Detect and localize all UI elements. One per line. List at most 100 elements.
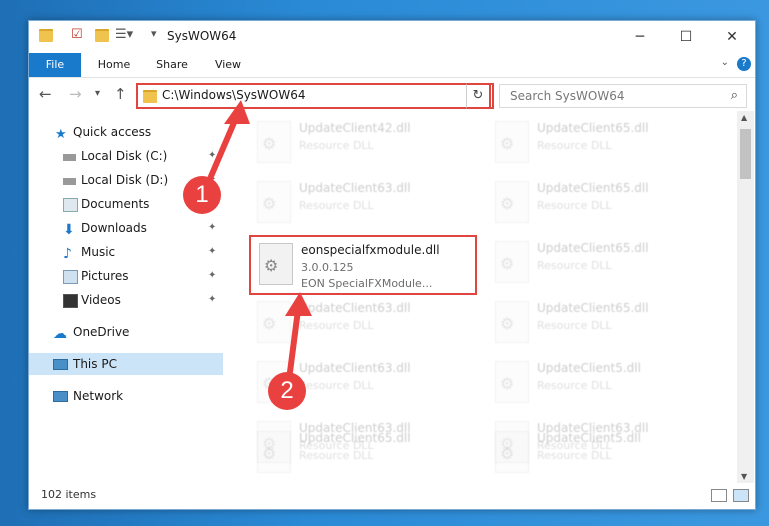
pin-icon: ✦ [208,270,217,281]
drive-icon [63,154,76,161]
file-description: Resource DLL [537,139,612,152]
tab-view[interactable]: View [203,53,253,77]
step-badge-1: 1 [183,176,221,214]
sidebar-item-videos[interactable]: Videos ✦ [29,289,223,311]
step-badge-2: 2 [268,372,306,410]
sidebar-item-label: Music [81,245,116,259]
help-icon[interactable]: ? [737,57,751,71]
file-version: 3.0.0.125 [301,261,354,274]
cloud-icon: ☁ [53,326,67,342]
sidebar-item-label: OneDrive [73,325,130,339]
sidebar-item-quick-access[interactable]: ★ Quick access [29,121,223,143]
sidebar-item-this-pc[interactable]: This PC [29,353,223,375]
details-view-icon[interactable] [711,489,727,502]
network-icon [53,391,68,402]
list-item[interactable]: UpdateClient5.dll Resource DLL [487,425,717,481]
new-folder-icon[interactable] [95,29,109,42]
list-item[interactable]: UpdateClient65.dll Resource DLL [487,235,717,291]
file-description: EON SpecialFXModule... [301,277,433,290]
sidebar-item-label: Quick access [73,125,152,139]
sidebar-item-label: Documents [81,197,150,211]
address-bar[interactable]: C:\Windows\SysWOW64 ▾ [136,83,494,109]
forward-button[interactable]: → [69,85,82,103]
file-description: Resource DLL [537,379,612,392]
sidebar-item-label: Local Disk (C:) [81,149,168,163]
file-list: UpdateClient42.dll Resource DLL UpdateCl… [249,113,737,481]
expand-ribbon-icon[interactable]: ⌄ [721,57,729,68]
file-description: Resource DLL [537,199,612,212]
pin-icon: ✦ [208,150,217,161]
download-icon: ⬇ [63,222,75,238]
pin-icon: ✦ [208,222,217,233]
large-icons-view-icon[interactable] [733,489,749,502]
properties-icon[interactable]: ☑ [71,27,83,42]
sidebar-item-local-disk-c[interactable]: Local Disk (C:) ✦ [29,145,223,167]
tab-file[interactable]: File [29,53,81,77]
dll-file-icon [257,301,291,343]
highlighted-file-item[interactable]: eonspecialfxmodule.dll 3.0.0.125 EON Spe… [249,235,477,295]
computer-icon [53,359,68,370]
file-description: Resource DLL [537,259,612,272]
dll-file-icon [495,121,529,163]
documents-icon [63,198,78,212]
title-bar: ☑ ☰▾ ▾ SysWOW64 ─ ☐ ✕ [29,21,755,53]
folder-icon [39,29,53,42]
refresh-button[interactable]: ↻ [466,83,491,109]
dll-file-icon [495,431,529,473]
sidebar-item-onedrive[interactable]: ☁ OneDrive [29,321,223,343]
file-name: UpdateClient65.dll [537,301,649,315]
dll-file-icon [495,361,529,403]
sidebar-item-label: Downloads [81,221,147,235]
ribbon-tabs: File Home Share View ⌄ ? [29,53,755,78]
dll-file-icon [257,121,291,163]
window-title: SysWOW64 [167,29,237,43]
back-button[interactable]: ← [39,85,52,103]
dll-file-icon [257,181,291,223]
search-input[interactable]: Search SysWOW64 [510,89,624,103]
star-icon: ★ [55,127,67,142]
scroll-up-icon[interactable]: ▲ [741,113,747,122]
list-item[interactable]: UpdateClient5.dll Resource DLL [487,355,717,411]
sidebar-item-music[interactable]: ♪ Music ✦ [29,241,223,263]
dll-file-icon [495,301,529,343]
file-description: Resource DLL [299,319,374,332]
pictures-icon [63,270,78,284]
sidebar-item-pictures[interactable]: Pictures ✦ [29,265,223,287]
address-path[interactable]: C:\Windows\SysWOW64 [162,88,306,102]
maximize-button[interactable]: ☐ [663,21,709,53]
up-button[interactable]: ↑ [114,85,127,103]
minimize-button[interactable]: ─ [617,21,663,53]
file-name: UpdateClient63.dll [299,181,411,195]
file-name: UpdateClient63.dll [299,301,411,315]
scrollbar-thumb[interactable] [740,129,751,179]
pin-icon: ✦ [208,294,217,305]
vertical-scrollbar[interactable]: ▲ ▼ [737,111,754,483]
list-item[interactable]: UpdateClient65.dll Resource DLL [487,175,717,231]
close-button[interactable]: ✕ [709,21,755,53]
sidebar-item-label: Network [73,389,124,403]
toolbar-dropdown-icon[interactable]: ▾ [151,27,157,40]
customize-toolbar-icon[interactable]: ☰▾ [115,27,133,42]
videos-icon [63,294,78,308]
sidebar-item-label: Pictures [81,269,129,283]
sidebar-item-network[interactable]: Network [29,385,223,407]
list-item[interactable]: UpdateClient65.dll Resource DLL [249,425,479,481]
tab-share[interactable]: Share [147,53,197,77]
list-item[interactable]: UpdateClient42.dll Resource DLL [249,115,479,171]
file-description: Resource DLL [537,319,612,332]
recent-locations-button[interactable]: ▾ [95,88,100,99]
file-name: UpdateClient65.dll [537,181,649,195]
list-item[interactable]: UpdateClient65.dll Resource DLL [487,115,717,171]
scroll-down-icon[interactable]: ▼ [741,472,747,481]
sidebar-item-downloads[interactable]: ⬇ Downloads ✦ [29,217,223,239]
tab-home[interactable]: Home [89,53,139,77]
list-item[interactable]: UpdateClient63.dll Resource DLL [249,295,479,351]
search-icon[interactable]: ⌕ [731,88,738,103]
dll-file-icon [495,181,529,223]
list-item[interactable]: UpdateClient65.dll Resource DLL [487,295,717,351]
search-box[interactable]: Search SysWOW64 ⌕ [499,84,747,108]
file-name: UpdateClient5.dll [537,431,641,445]
list-item[interactable]: UpdateClient63.dll Resource DLL [249,175,479,231]
sidebar-item-label: Videos [81,293,121,307]
file-description: Resource DLL [537,449,612,462]
